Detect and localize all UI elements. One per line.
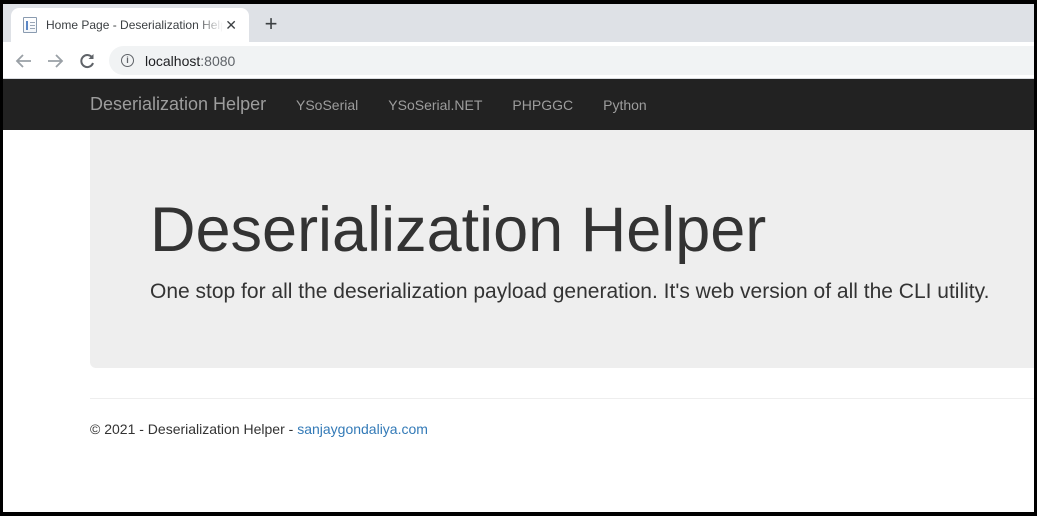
page-title: Deserialization Helper <box>150 195 767 265</box>
lead-text: One stop for all the deserialization pay… <box>150 280 990 303</box>
tab-strip: Home Page - Deserialization Helper ✕ + <box>3 4 1034 42</box>
nav-link-ysoserial[interactable]: YSoSerial <box>296 97 358 113</box>
navbar-links: YSoSerial YSoSerial.NET PHPGGC Python <box>296 97 677 113</box>
new-tab-icon[interactable]: + <box>259 13 283 37</box>
site-navbar: Deserialization Helper YSoSerial YSoSeri… <box>3 79 1034 130</box>
navbar-brand[interactable]: Deserialization Helper <box>90 94 266 115</box>
close-icon[interactable]: ✕ <box>223 17 239 34</box>
reload-icon[interactable] <box>76 50 98 72</box>
footer: © 2021 - Deserialization Helper - sanjay… <box>90 421 428 437</box>
nav-link-phpggc[interactable]: PHPGGC <box>512 97 573 113</box>
jumbotron: Deserialization Helper One stop for all … <box>90 130 1034 368</box>
url-port: :8080 <box>200 52 236 69</box>
forward-arrow-icon[interactable] <box>44 50 66 72</box>
browser-toolbar: i localhost:8080 <box>3 42 1034 79</box>
url-host: localhost <box>145 52 201 69</box>
info-icon[interactable]: i <box>121 54 134 67</box>
back-arrow-icon[interactable] <box>13 50 35 72</box>
nav-link-python[interactable]: Python <box>603 97 647 113</box>
divider <box>90 398 1034 399</box>
url-text: localhost:8080 <box>145 53 235 69</box>
browser-tab[interactable]: Home Page - Deserialization Helper ✕ <box>11 8 249 42</box>
footer-link[interactable]: sanjaygondaliya.com <box>297 421 428 437</box>
footer-text: © 2021 - Deserialization Helper - <box>90 421 298 437</box>
document-favicon-icon <box>23 17 37 33</box>
nav-link-ysoserial-net[interactable]: YSoSerial.NET <box>388 97 482 113</box>
tab-title: Home Page - Deserialization Helper <box>46 18 224 32</box>
address-bar[interactable]: i localhost:8080 <box>109 46 1034 75</box>
browser-window: Home Page - Deserialization Helper ✕ + i… <box>3 4 1034 512</box>
